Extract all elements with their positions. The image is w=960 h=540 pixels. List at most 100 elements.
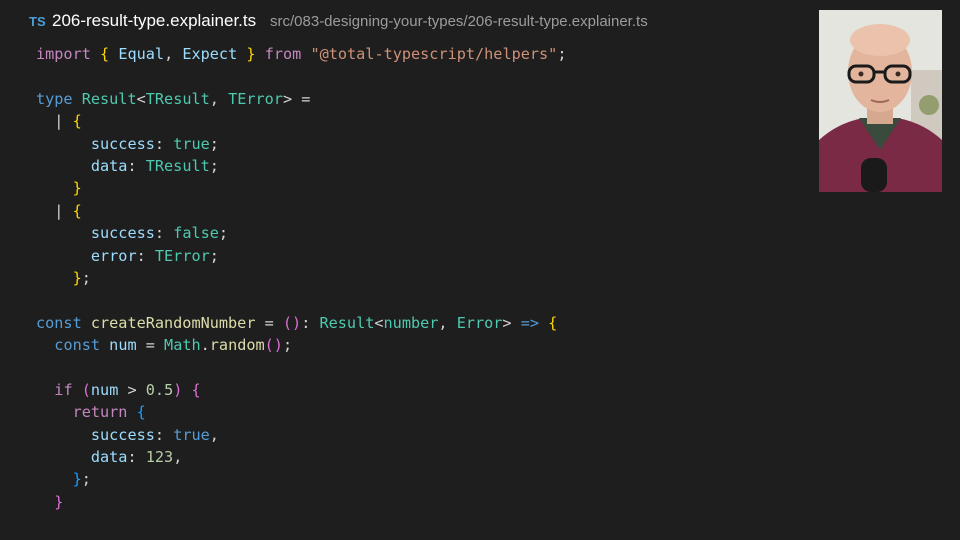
code-line: }; (36, 267, 566, 289)
code-token: < (136, 89, 146, 108)
scrollbar-thumb[interactable] (942, 0, 960, 540)
code-token: { (191, 380, 201, 399)
code-editor[interactable]: import { Equal, Expect } from "@total-ty… (36, 43, 566, 513)
code-token: 123 (145, 448, 174, 467)
code-token: } (72, 268, 82, 287)
code-token: > (502, 313, 521, 332)
code-token: 0.5 (145, 380, 174, 399)
code-token: > (118, 380, 146, 399)
code-token: ) (173, 380, 183, 399)
code-token: TResult (145, 89, 210, 108)
presenter-webcam-overlay (819, 10, 942, 192)
code-token: ; (209, 134, 219, 153)
code-token: true (173, 425, 210, 444)
code-token: error (90, 246, 137, 265)
code-line: import { Equal, Expect } from "@total-ty… (36, 43, 566, 65)
code-token: number (383, 313, 439, 332)
code-token: ( (81, 380, 91, 399)
editor-scrollbar[interactable] (942, 0, 960, 540)
code-token: ; (218, 224, 229, 243)
code-token: : (127, 448, 146, 467)
code-token: . (200, 336, 210, 355)
code-token: { (548, 313, 558, 332)
code-token: : (154, 425, 174, 444)
code-token: TResult (145, 156, 210, 175)
tab-file-name[interactable]: 206-result-type.explainer.ts (52, 11, 256, 31)
code-token: | (36, 201, 73, 220)
code-token: data (90, 156, 128, 175)
code-line: return { (36, 401, 566, 423)
code-token: { (136, 403, 146, 422)
code-token: => (520, 313, 540, 332)
code-token: import (36, 45, 91, 63)
code-token: ; (81, 268, 91, 287)
tab-file-path: src/083-designing-your-types/206-result-… (270, 13, 648, 30)
code-token: Error (456, 313, 503, 332)
code-token: { (72, 201, 82, 220)
code-token: success (90, 224, 155, 243)
code-token: num (90, 380, 119, 399)
code-line: } (36, 177, 566, 199)
code-token: true (173, 134, 210, 153)
code-line: | { (36, 200, 566, 222)
code-token: ; (557, 45, 567, 63)
code-line: error: TError; (36, 245, 566, 267)
code-token: } (54, 492, 64, 511)
code-token: : (154, 224, 174, 243)
code-token: data (90, 448, 128, 467)
code-token: : (154, 134, 174, 153)
code-token: } (72, 470, 82, 489)
code-line: success: true; (36, 133, 566, 155)
code-token: = (255, 313, 283, 332)
code-token: : (301, 313, 320, 332)
code-token: : (127, 156, 146, 175)
code-token: ; (282, 336, 293, 355)
editor-tab-bar: TS 206-result-type.explainer.ts src/083-… (0, 0, 960, 44)
presenter-video-image (819, 10, 942, 192)
code-line: const num = Math.random(); (36, 334, 566, 356)
code-token: from (264, 45, 302, 63)
code-line: }; (36, 468, 566, 490)
code-token: const (36, 313, 82, 332)
code-token: , (438, 313, 457, 332)
code-token: () (264, 336, 283, 355)
code-token: , (173, 448, 183, 467)
code-token: success (90, 134, 155, 153)
code-token: ; (209, 246, 219, 265)
code-token: Expect (182, 45, 238, 63)
typescript-file-icon: TS (29, 14, 46, 29)
code-token: num (109, 336, 137, 355)
code-line: const createRandomNumber = (): Result<nu… (36, 312, 566, 334)
code-token: () (282, 313, 302, 332)
code-token: if (54, 380, 73, 399)
code-token: success (90, 425, 155, 444)
code-line: if (num > 0.5) { (36, 379, 566, 401)
code-token: , (209, 89, 229, 108)
code-token: , (164, 45, 183, 63)
code-token: Result (81, 89, 137, 108)
code-token: = (136, 336, 165, 355)
code-token: < (374, 313, 384, 332)
code-token: random (209, 336, 265, 355)
code-token: } (246, 45, 256, 63)
code-line: } (36, 491, 566, 513)
code-token: Math (164, 336, 201, 355)
